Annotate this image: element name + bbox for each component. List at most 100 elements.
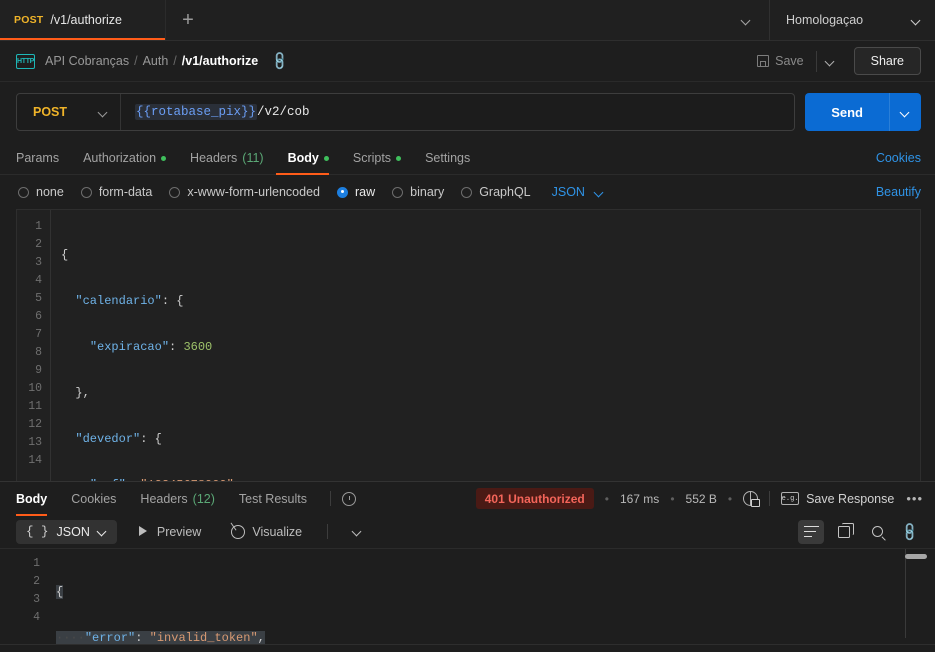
postman-window: POST /v1/authorize + Homologaçao HTTP AP… [0, 0, 935, 652]
visualize-options-chevron-down-icon[interactable] [349, 522, 366, 541]
line-number: 10 [28, 382, 42, 395]
tab-headers[interactable]: Headers (11) [178, 142, 276, 175]
response-scrollbar-thumb[interactable] [905, 554, 927, 559]
response-tab-headers[interactable]: Headers (12) [128, 482, 226, 516]
response-body-code[interactable]: { ····"error": "invalid_token", ····"err… [50, 549, 935, 644]
response-more-options-icon[interactable]: ••• [906, 491, 923, 506]
line-number: 6 [35, 310, 42, 323]
word-wrap-toggle[interactable] [798, 519, 824, 544]
beautify-button[interactable]: Beautify [876, 185, 921, 199]
body-type-binary[interactable]: binary [392, 185, 444, 199]
json-string: "invalid_token" [149, 631, 258, 644]
body-type-none-label: none [36, 185, 64, 199]
response-tab-test-results[interactable]: Test Results [227, 482, 319, 516]
request-body-code[interactable]: { "calendario": { "expiracao": 3600 }, "… [51, 210, 920, 481]
line-number: 1 [35, 220, 42, 233]
environment-selector[interactable]: Homologaçao [770, 0, 935, 40]
link-icon: 🔗 [898, 520, 921, 543]
request-body-editor[interactable]: 1 2 3 4 5 6 7 8 9 10 11 12 13 14 { "cale… [16, 209, 921, 481]
copy-button[interactable] [831, 520, 857, 544]
body-type-row: none form-data x-www-form-urlencoded raw… [0, 175, 935, 209]
response-tab-body[interactable]: Body [16, 482, 59, 516]
body-type-none[interactable]: none [18, 185, 64, 199]
breadcrumb-separator: / [134, 54, 138, 68]
tab-authorization[interactable]: Authorization [71, 142, 178, 175]
tab-scripts-label: Scripts [352, 151, 392, 165]
line-number: 14 [28, 454, 42, 467]
breadcrumb-bar: HTTP API Cobranças / Auth / /v1/authoriz… [0, 41, 935, 82]
copy-icon [838, 523, 854, 538]
code-line: "devedor": { [75, 432, 162, 446]
breadcrumb-item-collection[interactable]: API Cobranças [45, 54, 129, 68]
response-tab-cookies[interactable]: Cookies [59, 482, 128, 516]
breadcrumb-item-folder[interactable]: Auth [143, 54, 169, 68]
response-tab-cookies-label: Cookies [71, 491, 117, 506]
line-number: 3 [33, 593, 40, 606]
request-tab-label: /v1/authorize [50, 13, 122, 27]
word-wrap-icon [803, 525, 819, 538]
line-number: 7 [35, 328, 42, 341]
body-type-urlencoded[interactable]: x-www-form-urlencoded [169, 185, 320, 199]
send-options-chevron-down-icon[interactable] [889, 93, 921, 131]
search-icon [871, 526, 883, 537]
tab-headers-label: Headers [190, 151, 238, 165]
radio-icon [80, 186, 92, 198]
response-link-button[interactable]: 🔗 [897, 520, 923, 544]
preview-button[interactable]: Preview [127, 520, 211, 544]
code-line: { [56, 585, 64, 599]
link-icon[interactable]: 🔗 [269, 50, 292, 73]
chevron-down-icon [595, 188, 604, 197]
save-options-chevron-down-icon[interactable] [815, 50, 844, 72]
divider [327, 524, 329, 539]
http-method-selector[interactable]: POST [17, 94, 121, 130]
history-clock-icon[interactable] [342, 491, 356, 506]
meta-separator-dot: • [727, 491, 733, 506]
visualize-button[interactable]: Visualize [221, 520, 312, 544]
radio-selected-icon [337, 186, 348, 198]
body-type-graphql[interactable]: GraphQL [461, 185, 531, 199]
body-type-form-data[interactable]: form-data [80, 185, 152, 199]
send-button[interactable]: Send [805, 93, 889, 131]
radio-icon [169, 186, 181, 198]
line-number: 5 [35, 292, 42, 305]
bottom-bar [0, 644, 935, 652]
visualize-label: Visualize [252, 524, 303, 539]
save-label: Save [775, 54, 804, 68]
new-tab-button[interactable]: + [166, 0, 210, 40]
response-size: 552 B [685, 491, 717, 506]
tab-scripts[interactable]: Scripts [341, 142, 413, 175]
radio-icon [392, 186, 404, 198]
url-input[interactable]: {{rotabase_pix}}/v2/cob [121, 94, 794, 130]
save-button[interactable]: Save [749, 49, 812, 73]
json-key: "expiracao" [89, 340, 170, 354]
tab-list-chevron-down-icon[interactable] [724, 0, 770, 40]
request-tab-v1-authorize[interactable]: POST /v1/authorize [0, 0, 166, 40]
tab-settings[interactable]: Settings [413, 142, 482, 175]
body-type-raw[interactable]: raw [337, 185, 375, 199]
json-number: 3600 [183, 340, 213, 354]
save-response-button[interactable]: e.g. Save Response [781, 492, 894, 506]
body-format-selector[interactable]: JSON [552, 185, 604, 199]
line-number: 11 [28, 400, 42, 413]
line-number: 4 [35, 274, 42, 287]
response-body-editor[interactable]: 1 2 3 4 { ····"error": "invalid_token", … [0, 548, 935, 644]
meta-separator-dot: • [604, 491, 609, 506]
share-button[interactable]: Share [853, 47, 921, 75]
code-line: ····"error": "invalid_token", [56, 631, 265, 644]
http-method-label: POST [33, 105, 68, 119]
search-button[interactable] [864, 520, 890, 544]
modified-dot-icon [323, 155, 329, 161]
globe-lock-icon[interactable] [743, 491, 761, 507]
tab-params[interactable]: Params [16, 142, 71, 175]
tab-body[interactable]: Body [275, 142, 341, 175]
response-controls: { } JSON Preview Visualize 🔗 [0, 515, 935, 548]
response-format-selector[interactable]: { } JSON [16, 519, 117, 544]
divider [769, 491, 771, 506]
tab-authorization-label: Authorization [83, 151, 157, 165]
response-pane: Body Cookies Headers (12) Test Results 4… [0, 481, 935, 652]
play-icon [137, 525, 150, 538]
url-path: /v2/cob [257, 105, 310, 119]
url-bar: POST {{rotabase_pix}}/v2/cob Send [0, 82, 935, 142]
cookies-link[interactable]: Cookies [876, 151, 921, 165]
response-header: Body Cookies Headers (12) Test Results 4… [0, 481, 935, 516]
